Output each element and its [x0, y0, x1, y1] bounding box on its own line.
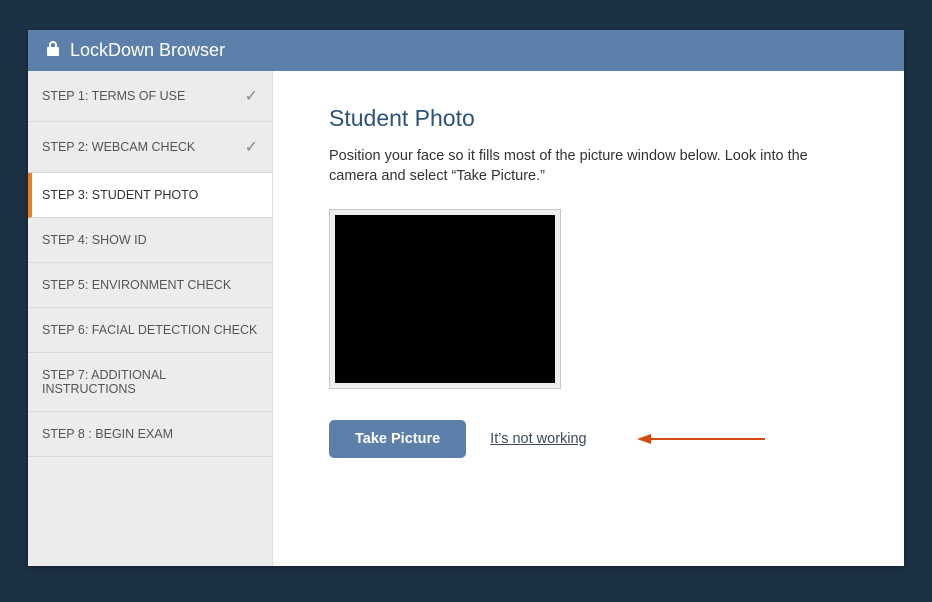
- page-title: Student Photo: [329, 105, 848, 132]
- body: STEP 1: TERMS OF USE ✓ STEP 2: WEBCAM CH…: [28, 71, 904, 566]
- step-label: STEP 4: SHOW ID: [42, 233, 147, 247]
- its-not-working-link[interactable]: It’s not working: [490, 431, 586, 447]
- sidebar-step-webcam-check[interactable]: STEP 2: WEBCAM CHECK ✓: [28, 122, 272, 173]
- app-title: LockDown Browser: [70, 40, 225, 61]
- sidebar-step-student-photo[interactable]: STEP 3: STUDENT PHOTO: [28, 173, 272, 218]
- step-label: STEP 3: STUDENT PHOTO: [42, 188, 198, 202]
- step-label: STEP 5: ENVIRONMENT CHECK: [42, 278, 231, 292]
- webcam-preview-frame: [329, 209, 561, 389]
- step-label: STEP 2: WEBCAM CHECK: [42, 140, 195, 154]
- sidebar-step-environment-check[interactable]: STEP 5: ENVIRONMENT CHECK: [28, 263, 272, 308]
- action-row: Take Picture It’s not working: [329, 420, 848, 458]
- lock-icon: [46, 40, 60, 61]
- check-icon: ✓: [245, 86, 258, 106]
- webcam-preview: [335, 215, 555, 383]
- step-label: STEP 8 : BEGIN EXAM: [42, 427, 173, 441]
- sidebar-step-facial-detection-check[interactable]: STEP 6: FACIAL DETECTION CHECK: [28, 308, 272, 353]
- sidebar-step-begin-exam[interactable]: STEP 8 : BEGIN EXAM: [28, 412, 272, 457]
- sidebar-step-show-id[interactable]: STEP 4: SHOW ID: [28, 218, 272, 263]
- check-icon: ✓: [245, 137, 258, 157]
- sidebar-step-terms-of-use[interactable]: STEP 1: TERMS OF USE ✓: [28, 71, 272, 122]
- take-picture-button[interactable]: Take Picture: [329, 420, 466, 458]
- sidebar-step-additional-instructions[interactable]: STEP 7: ADDITIONAL INSTRUCTIONS: [28, 353, 272, 412]
- content-area: Student Photo Position your face so it f…: [273, 71, 904, 566]
- lockdown-window: LockDown Browser STEP 1: TERMS OF USE ✓ …: [28, 30, 904, 566]
- instructions-text: Position your face so it fills most of t…: [329, 146, 848, 187]
- titlebar: LockDown Browser: [28, 30, 904, 71]
- annotation-arrow-icon: [637, 432, 767, 446]
- step-label: STEP 6: FACIAL DETECTION CHECK: [42, 323, 257, 337]
- step-label: STEP 1: TERMS OF USE: [42, 89, 185, 103]
- step-label: STEP 7: ADDITIONAL INSTRUCTIONS: [42, 368, 258, 396]
- sidebar: STEP 1: TERMS OF USE ✓ STEP 2: WEBCAM CH…: [28, 71, 273, 566]
